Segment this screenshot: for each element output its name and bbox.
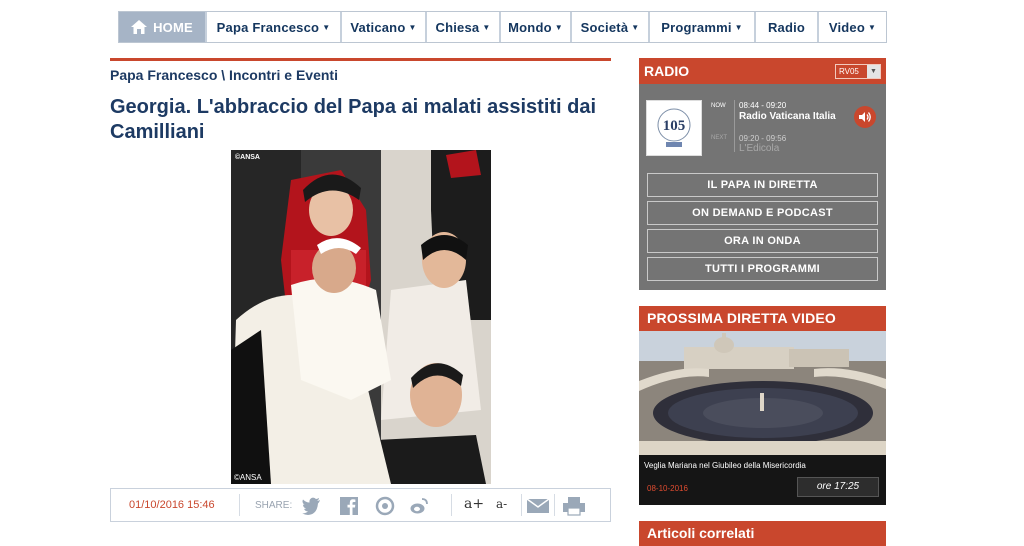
nav-label: Programmi: [661, 19, 732, 35]
video-thumbnail[interactable]: [639, 331, 886, 455]
channel-select-value: RV05: [839, 67, 859, 76]
chevron-down-icon: ▼: [482, 22, 491, 32]
breadcrumb[interactable]: Papa Francesco \ Incontri e Eventi: [110, 67, 338, 83]
related-header-title: Articoli correlati: [647, 525, 755, 541]
live-pope-button[interactable]: IL PAPA IN DIRETTA: [647, 173, 878, 197]
share-bar: 01/10/2016 15:46 SHARE: a+ a-: [110, 488, 611, 522]
radio-title: RADIO: [644, 63, 690, 79]
nav-label: Radio: [767, 19, 806, 35]
video-header-title: PROSSIMA DIRETTA VIDEO: [647, 310, 837, 326]
video-time: ore 17:25: [797, 477, 879, 497]
nav-label: Mondo: [508, 19, 552, 35]
station-logo: 105: [646, 100, 702, 156]
chevron-down-icon: ▼: [734, 22, 743, 32]
divider: [554, 494, 555, 516]
speaker-icon[interactable]: [854, 106, 876, 128]
nav-societa[interactable]: Società ▼: [572, 12, 650, 42]
main-nav: HOME Papa Francesco ▼ Vaticano ▼ Chiesa ▼ M…: [118, 11, 887, 43]
publish-date: 01/10/2016 15:46: [129, 499, 215, 511]
radio-widget: RADIO RV05 ▼ 105 NOW NEXT 08:44 - 09:20 …: [639, 58, 886, 290]
video-date: 08-10-2016: [647, 484, 688, 493]
nav-radio[interactable]: Radio: [756, 12, 819, 42]
section-divider: [110, 58, 611, 61]
next-label: NEXT: [711, 135, 728, 141]
on-air-button[interactable]: ORA IN ONDA: [647, 229, 878, 253]
chevron-down-icon: ▼: [868, 22, 877, 32]
email-icon[interactable]: [526, 496, 550, 516]
weibo-icon[interactable]: [409, 496, 429, 516]
divider: [451, 494, 452, 516]
next-program: L'Edicola: [739, 143, 780, 154]
divider: [239, 494, 240, 516]
nav-label: Chiesa: [435, 19, 480, 35]
nav-label: Papa Francesco: [216, 19, 320, 35]
video-caption-title[interactable]: Veglia Mariana nel Giubileo della Miseri…: [644, 461, 806, 470]
nav-home[interactable]: HOME: [119, 12, 207, 42]
article-photo: ©ANSA ©ANSA: [231, 150, 491, 484]
video-caption: Veglia Mariana nel Giubileo della Miseri…: [639, 455, 886, 505]
google-plus-icon[interactable]: [375, 496, 395, 516]
facebook-icon[interactable]: [339, 496, 359, 516]
nav-video[interactable]: Video ▼: [819, 12, 886, 42]
share-label: SHARE:: [255, 500, 293, 511]
font-decrease-button[interactable]: a-: [496, 497, 507, 511]
nav-home-label: HOME: [153, 19, 193, 35]
divider: [734, 100, 735, 152]
video-header: PROSSIMA DIRETTA VIDEO: [639, 306, 886, 331]
now-program[interactable]: Radio Vaticana Italia: [739, 111, 849, 122]
nav-programmi[interactable]: Programmi ▼: [650, 12, 756, 42]
photo-credit: ©ANSA: [234, 473, 262, 482]
print-icon[interactable]: [562, 496, 586, 516]
now-time: 08:44 - 09:20: [739, 101, 787, 110]
nav-mondo[interactable]: Mondo ▼: [501, 12, 572, 42]
next-time: 09:20 - 09:56: [739, 134, 787, 143]
divider: [521, 494, 522, 516]
chevron-down-icon: ▼: [867, 65, 880, 78]
chevron-down-icon: ▼: [322, 22, 331, 32]
photo-credit: ©ANSA: [235, 154, 260, 161]
all-programs-button[interactable]: TUTTI I PROGRAMMI: [647, 257, 878, 281]
nav-label: Società: [580, 19, 629, 35]
nav-papa-francesco[interactable]: Papa Francesco ▼: [207, 12, 342, 42]
nav-label: Vaticano: [350, 19, 406, 35]
chevron-down-icon: ▼: [554, 22, 563, 32]
on-demand-button[interactable]: ON DEMAND E PODCAST: [647, 201, 878, 225]
nav-label: Video: [828, 19, 866, 35]
chevron-down-icon: ▼: [408, 22, 417, 32]
nav-chiesa[interactable]: Chiesa ▼: [427, 12, 501, 42]
font-increase-button[interactable]: a+: [464, 496, 484, 512]
related-header: Articoli correlati: [639, 521, 886, 546]
logo-text: 105: [663, 118, 686, 134]
home-icon: [131, 20, 148, 34]
channel-select[interactable]: RV05 ▼: [835, 64, 881, 79]
now-label: NOW: [711, 103, 726, 109]
page-title: Georgia. L'abbraccio del Papa ai malati …: [110, 96, 597, 143]
chevron-down-icon: ▼: [631, 22, 640, 32]
nav-vaticano[interactable]: Vaticano ▼: [342, 12, 427, 42]
twitter-icon[interactable]: [301, 496, 321, 516]
radio-header: RADIO RV05 ▼: [639, 58, 886, 84]
